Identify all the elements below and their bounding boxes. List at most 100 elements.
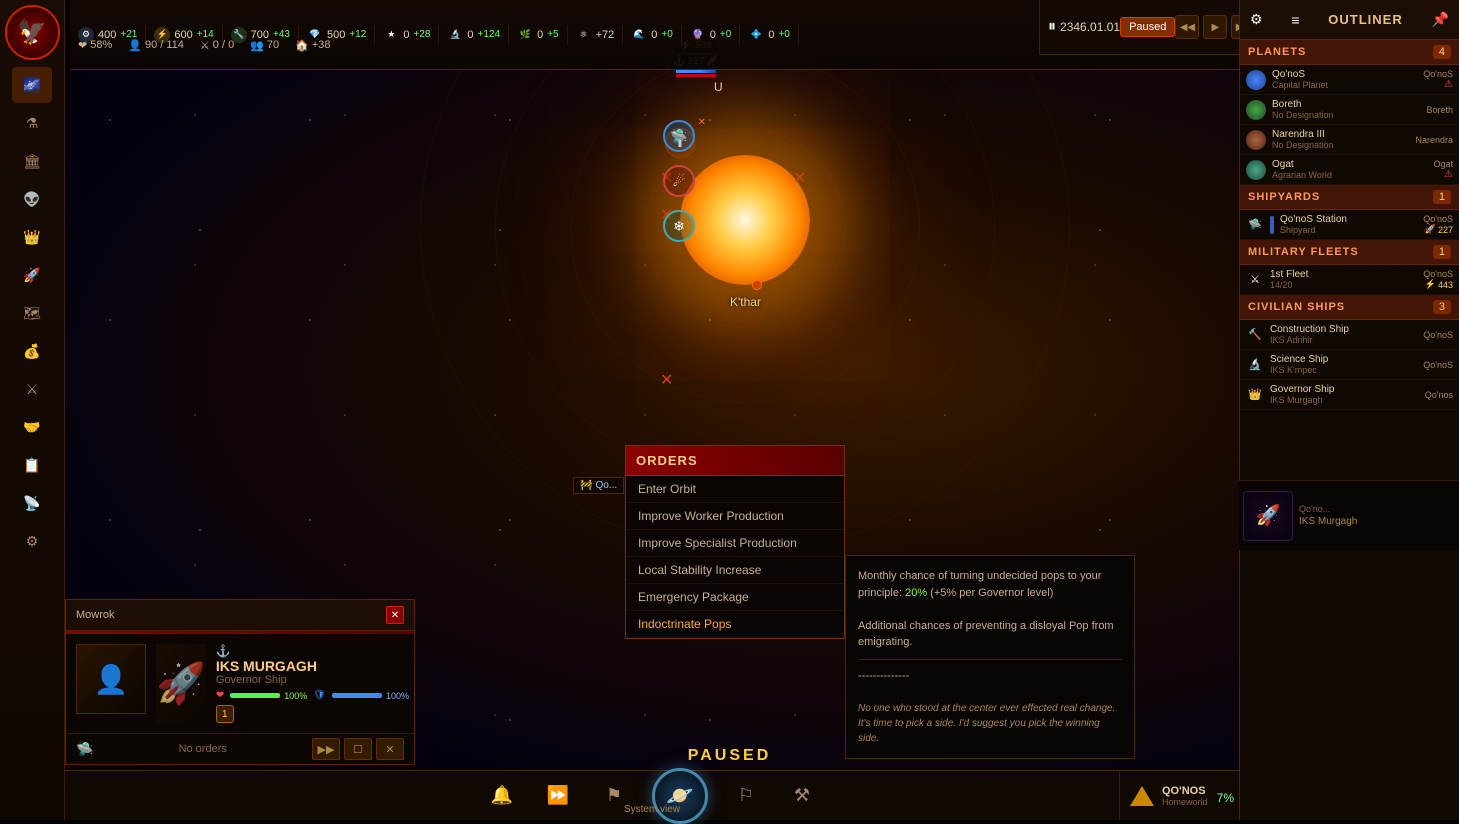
civilian-ship-name-mini: IKS Murgagh xyxy=(1299,516,1449,527)
pause-button[interactable]: Paused xyxy=(1120,17,1175,37)
section-military[interactable]: MILITARY FLEETS 1 xyxy=(1240,240,1459,265)
orders-worker-production[interactable]: Improve Worker Production xyxy=(626,503,844,530)
outliner-icon: ≡ xyxy=(1291,12,1299,28)
planet-item-qonos[interactable]: Qo'noS Capital Planet Qo'noS ⚠ xyxy=(1240,65,1459,95)
speed-2-btn[interactable]: ▶ xyxy=(1203,15,1227,39)
homeworld-type: Homeworld xyxy=(1162,797,1208,807)
ship-orders-label: No orders xyxy=(179,743,227,755)
tooltip-bonus: (+5% per Governor level) xyxy=(930,587,1053,599)
sidebar-icon-contacts[interactable]: 📡 xyxy=(12,485,52,521)
planet-item-ogat[interactable]: Ogat Agrarian World Ogat ⚠ xyxy=(1240,155,1459,185)
action-mark-3[interactable]: ✕ xyxy=(793,168,806,188)
sidebar-icon-situation[interactable]: 📋 xyxy=(12,447,52,483)
sidebar-icon-trade[interactable]: 💰 xyxy=(12,333,52,369)
klingon-symbol xyxy=(1130,786,1154,806)
ship-3d-model: 🚀 xyxy=(156,660,206,707)
tooltip-divider xyxy=(858,659,1122,660)
planet-info-boreth: Boreth No Designation xyxy=(1272,99,1420,120)
pause-icon[interactable]: ⏸ xyxy=(1048,18,1056,36)
fleet-item[interactable]: ⚔ 1st Fleet 14/20 Qo'noS ⚡ 443 xyxy=(1240,265,1459,295)
system-view-button[interactable]: 🪐 xyxy=(652,768,708,824)
indoctrinate-tooltip: Monthly chance of turning undecided pops… xyxy=(845,555,1135,759)
civilian-item-construction[interactable]: 🔨 Construction Ship IKS Adrihir Qo'noS xyxy=(1240,320,1459,350)
planet-icon-qonos xyxy=(1246,70,1266,90)
settings-icon-outliner[interactable]: ⚙ xyxy=(1250,11,1263,28)
ship-icon-2[interactable]: ☄ xyxy=(663,165,695,197)
outliner-panel: ⚙ ≡ OUTLINER 📌 PLANETS 4 Qo'noS Capital … xyxy=(1239,0,1459,820)
sidebar-icon-settings[interactable]: ⚙ xyxy=(12,523,52,559)
section-shipyards[interactable]: SHIPYARDS 1 xyxy=(1240,185,1459,210)
sidebar-icon-tech[interactable]: ⚗ xyxy=(12,105,52,141)
sidebar-icon-galaxy[interactable]: 🌌 xyxy=(12,67,52,103)
hp-icon: ❤ xyxy=(216,690,224,701)
civilian-item-science[interactable]: 🔬 Science Ship IKS K'mpec Qo'noS xyxy=(1240,350,1459,380)
ship-orbit-icon[interactable]: 🛸 xyxy=(663,120,695,152)
governor-ship-icon: 👑 xyxy=(1246,386,1264,404)
sidebar-icon-empire[interactable]: 🏛 xyxy=(12,143,52,179)
ship-icon-3[interactable]: ❄ xyxy=(663,210,695,242)
politics-btn[interactable]: ⚐ xyxy=(728,778,764,814)
tooltip-line1: Monthly chance of turning undecided pops… xyxy=(858,568,1122,601)
homeworld-info: QO'NOS Homeworld xyxy=(1162,785,1208,807)
sidebar-icon-leader[interactable]: 👑 xyxy=(12,219,52,255)
sidebar-icon-species[interactable]: 👽 xyxy=(12,181,52,217)
bottom-bar: 🔔 ⏩ ⚑ 🪐 System view ⚐ ⚒ xyxy=(65,770,1239,820)
star[interactable] xyxy=(680,155,810,285)
civilian-preview: 🚀 Qo'no... IKS Murgagh xyxy=(1239,480,1459,550)
star-name-label: K'thar xyxy=(730,295,761,309)
sidebar-icon-diplomacy[interactable]: 🤝 xyxy=(12,409,52,445)
ship-leader-icon: ⚓ xyxy=(216,644,231,658)
orders-header: ORDERS xyxy=(626,446,844,476)
military-label: MILITARY FLEETS xyxy=(1248,246,1359,258)
housing-stat: 🏠 +38 xyxy=(295,39,330,52)
action-move-btn[interactable]: ▶▶ xyxy=(312,738,340,760)
planet-icon-ogat xyxy=(1246,160,1266,180)
shipyard-badge: 🚀 227 xyxy=(1425,224,1453,235)
section-planets[interactable]: PLANETS 4 xyxy=(1240,40,1459,65)
action-stop-btn[interactable]: ☐ xyxy=(344,738,372,760)
civilian-item-governor[interactable]: 👑 Governor Ship IKS Murgagh Qo'nos xyxy=(1240,380,1459,410)
speed-up-btn[interactable]: ⏩ xyxy=(540,778,576,814)
speed-1-btn[interactable]: ◀◀ xyxy=(1175,15,1199,39)
section-civilian[interactable]: CIVILIAN SHIPS 3 xyxy=(1240,295,1459,320)
hp-bar-fill xyxy=(230,693,280,698)
action-mark-4[interactable]: ✕ xyxy=(660,370,673,390)
shield-value: 100% xyxy=(386,691,409,701)
governor-info: Governor Ship IKS Murgagh xyxy=(1270,384,1419,405)
pop-stat: 👤 90 / 114 xyxy=(128,39,184,52)
action-buttons: ▶▶ ☐ ✕ xyxy=(312,738,404,760)
settings-btn[interactable]: ⚒ xyxy=(784,778,820,814)
notification-btn[interactable]: 🔔 xyxy=(484,778,520,814)
time-bar: ⏸ 2346.01.01 Paused ◀◀ ▶ ▶▶ xyxy=(1039,0,1239,55)
outliner-pin-icon[interactable]: 📌 xyxy=(1432,11,1449,28)
tooltip-percent: 20% xyxy=(905,587,927,599)
planet-item-boreth[interactable]: Boreth No Designation Boreth xyxy=(1240,95,1459,125)
planets-count: 4 xyxy=(1433,45,1451,59)
shield-bar-fill xyxy=(332,693,382,698)
orders-indoctrinate-pops[interactable]: Indoctrinate Pops xyxy=(626,611,844,638)
shield-bar-wrap: 100% xyxy=(332,691,409,701)
shipyard-item[interactable]: 🛸 Qo'noS Station Shipyard Qo'noS 🚀 227 xyxy=(1240,210,1459,240)
map-indicator-u: U xyxy=(714,80,723,94)
planet-item-narendra[interactable]: Narendra III No Designation Narendra xyxy=(1240,125,1459,155)
action-cancel-btn[interactable]: ✕ xyxy=(376,738,404,760)
ship-panel-close[interactable]: ✕ xyxy=(386,606,404,624)
orders-specialist-production[interactable]: Improve Specialist Production xyxy=(626,530,844,557)
fleet-damage-bar xyxy=(676,74,716,77)
small-planet[interactable] xyxy=(752,280,762,290)
sidebar-icon-war[interactable]: ⚔ xyxy=(12,371,52,407)
sidebar-icon-fleet[interactable]: 🚀 xyxy=(12,257,52,293)
hp-value: 100% xyxy=(284,691,307,701)
ship-panel-body: 👤 🚀 ⚓ IKS MURGAGH Governor Ship ❤ 100% 🛡 xyxy=(66,634,414,733)
shipyard-info: Qo'noS Station Shipyard xyxy=(1280,214,1417,235)
left-sidebar: 🦅 🌌 ⚗ 🏛 👽 👑 🚀 🗺 💰 ⚔ 🤝 📋 📡 ⚙ xyxy=(0,0,65,820)
orders-stability-increase[interactable]: Local Stability Increase xyxy=(626,557,844,584)
ship-details: ⚓ IKS MURGAGH Governor Ship ❤ 100% 🛡 100 xyxy=(216,644,409,723)
shipyards-count: 1 xyxy=(1433,190,1451,204)
orders-enter-orbit[interactable]: Enter Orbit xyxy=(626,476,844,503)
orders-emergency-package[interactable]: Emergency Package xyxy=(626,584,844,611)
empire-logo[interactable]: 🦅 xyxy=(5,5,60,60)
ship-avatar: 👤 xyxy=(76,644,146,714)
science-info: Science Ship IKS K'mpec xyxy=(1270,354,1417,375)
sidebar-icon-map[interactable]: 🗺 xyxy=(12,295,52,331)
